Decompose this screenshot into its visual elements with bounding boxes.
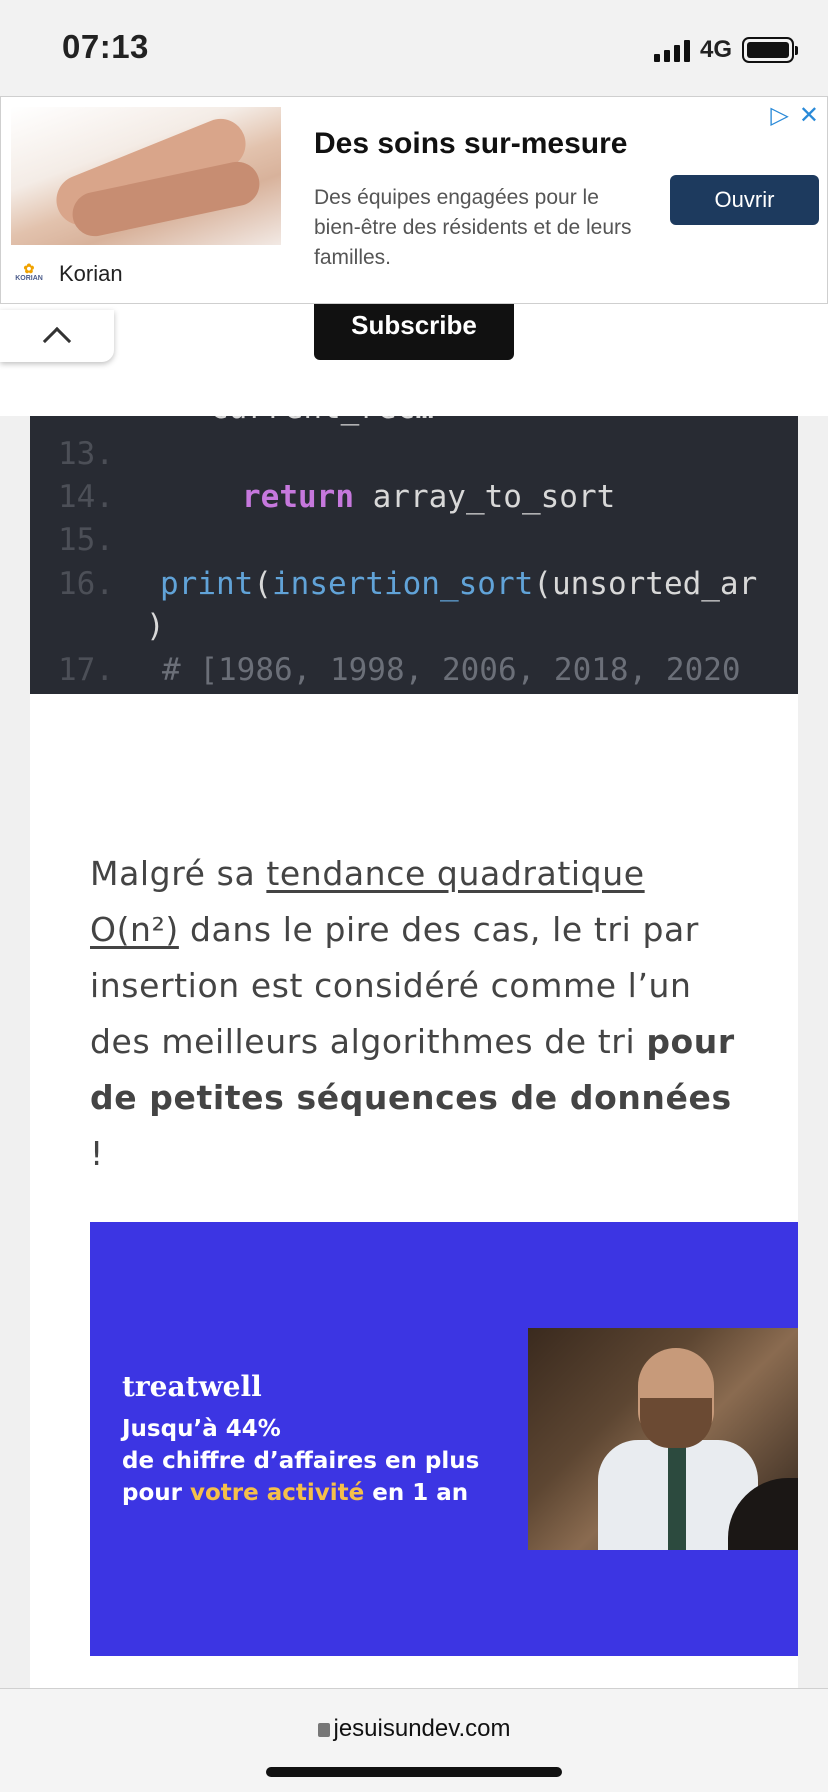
- url-display[interactable]: jesuisundev.com: [0, 1715, 828, 1743]
- top-ad-banner[interactable]: ✿ KORIAN Korian Des soins sur-mesure Des …: [0, 96, 828, 304]
- status-bar: 07:13 4G: [0, 0, 828, 96]
- treatwell-ad-text: treatwell Jusqu’à 44% de chiffre d’affai…: [122, 1370, 480, 1506]
- ad-choices-icon[interactable]: ▷: [770, 101, 788, 130]
- status-icons: 4G: [653, 36, 798, 64]
- browser-address-bar[interactable]: jesuisundev.com: [0, 1688, 828, 1792]
- status-time: 07:13: [62, 28, 149, 65]
- home-indicator[interactable]: [266, 1767, 562, 1777]
- holding-hands-image: [11, 107, 281, 245]
- ad-title[interactable]: Des soins sur-mesure: [314, 127, 627, 161]
- scroll-to-top-button[interactable]: [0, 310, 114, 362]
- subscribe-button[interactable]: Subscribe: [314, 304, 514, 360]
- korian-logo: ✿ KORIAN: [15, 261, 43, 282]
- barber-photo: [528, 1328, 798, 1550]
- article-paragraph: Malgré sa tendance quadratique O(n²) dan…: [90, 854, 735, 1173]
- ad-controls: ▷ ✕: [770, 101, 819, 130]
- lock-icon: [317, 1723, 330, 1737]
- treatwell-logo: treatwell: [122, 1370, 262, 1403]
- close-icon[interactable]: ✕: [799, 101, 819, 130]
- battery-icon: [742, 37, 798, 63]
- ad-open-button[interactable]: Ouvrir: [670, 175, 819, 225]
- ad-description: Des équipes engagées pour le bien-être d…: [314, 186, 632, 269]
- chevron-up-icon: [42, 326, 72, 356]
- treatwell-ad[interactable]: treatwell Jusqu’à 44% de chiffre d’affai…: [90, 1222, 798, 1656]
- ad-brand: Korian: [59, 261, 123, 286]
- network-label: 4G: [699, 36, 732, 63]
- signal-icon: [653, 38, 690, 62]
- code-block: current_rec… 13. 14. return array_to_sor…: [30, 412, 798, 694]
